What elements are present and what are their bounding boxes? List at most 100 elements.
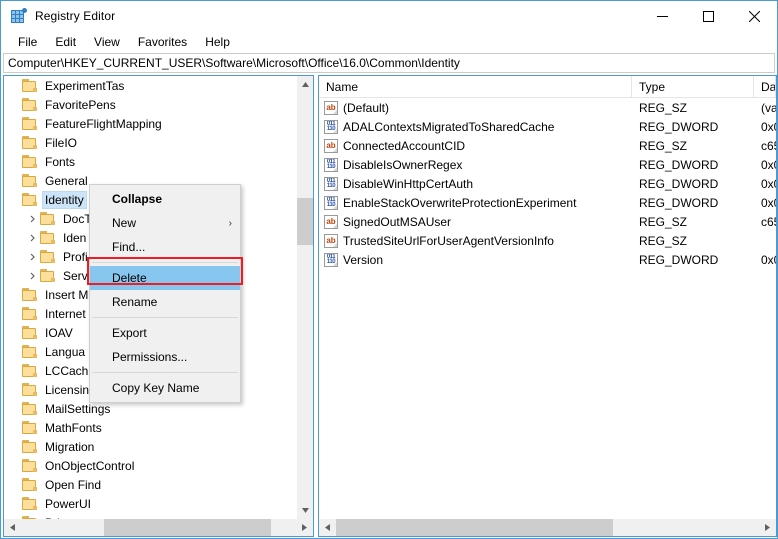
menu-file[interactable]: File xyxy=(9,33,46,51)
value-data: 0x00 xyxy=(754,253,776,267)
value-name: SignedOutMSAUser xyxy=(343,215,451,229)
value-type: REG_SZ xyxy=(632,101,754,115)
value-name-cell: abTrustedSiteUrlForUserAgentVersionInfo xyxy=(319,234,632,248)
tree-scroll-left-button[interactable] xyxy=(4,519,21,536)
value-row[interactable]: ab(Default)REG_SZ(val xyxy=(319,98,776,117)
tree-scroll-up-button[interactable] xyxy=(297,76,314,93)
tree-item-label: Servi xyxy=(61,268,92,284)
value-row[interactable]: 011110DisableWinHttpCertAuthREG_DWORD0x0… xyxy=(319,174,776,193)
context-menu-item-permissions[interactable]: Permissions... xyxy=(90,345,240,369)
folder-icon xyxy=(22,174,38,188)
chevron-right-icon[interactable] xyxy=(26,250,39,263)
context-menu-separator xyxy=(92,372,238,373)
value-row[interactable]: abConnectedAccountCIDREG_SZc65 xyxy=(319,136,776,155)
value-row[interactable]: abTrustedSiteUrlForUserAgentVersionInfoR… xyxy=(319,231,776,250)
tree-item-label: Langua xyxy=(43,344,87,360)
value-row[interactable]: abSignedOutMSAUserREG_SZc65 xyxy=(319,212,776,231)
tree-item-mathfonts[interactable]: MathFonts xyxy=(4,418,296,437)
context-menu-item-find[interactable]: Find... xyxy=(90,235,240,259)
context-menu-item-label: Collapse xyxy=(112,192,162,206)
tree-item-label: Migration xyxy=(43,439,96,455)
value-row[interactable]: 011110VersionREG_DWORD0x00 xyxy=(319,250,776,269)
tree-item-featureflightmapping[interactable]: FeatureFlightMapping xyxy=(4,114,296,133)
chevron-right-icon[interactable] xyxy=(26,212,39,225)
context-menu-item-copy-key-name[interactable]: Copy Key Name xyxy=(90,376,240,400)
context-menu-item-collapse[interactable]: Collapse xyxy=(90,187,240,211)
string-value-icon: ab xyxy=(324,234,338,248)
tree-item-migration[interactable]: Migration xyxy=(4,437,296,456)
tree-vertical-scroll-thumb[interactable] xyxy=(297,198,314,245)
value-name-cell: 011110 EnableStackOverwriteProtectionExpe… xyxy=(319,196,632,210)
dword-value-icon: 011110 xyxy=(324,196,338,210)
value-data: 0x00 xyxy=(754,177,776,191)
list-scroll-right-button[interactable] xyxy=(759,519,776,536)
tree-item-label: PowerUI xyxy=(43,496,93,512)
menu-favorites[interactable]: Favorites xyxy=(129,33,196,51)
value-data: 0x00 xyxy=(754,158,776,172)
folder-icon xyxy=(22,478,38,492)
tree-item-label: Internet xyxy=(43,306,88,322)
context-menu-item-label: Find... xyxy=(112,240,145,254)
value-name: EnableStackOverwriteProtectionExperiment xyxy=(343,196,576,210)
tree-item-experimenttas[interactable]: ExperimentTas xyxy=(4,76,296,95)
close-button[interactable] xyxy=(731,1,777,31)
tree-item-powerui[interactable]: PowerUI xyxy=(4,494,296,513)
value-data: 0x00 xyxy=(754,120,776,134)
value-type: REG_DWORD xyxy=(632,120,754,134)
tree-scroll-down-button[interactable] xyxy=(297,502,314,519)
list-horizontal-scrollbar[interactable] xyxy=(319,519,776,536)
tree-item-favoritepens[interactable]: FavoritePens xyxy=(4,95,296,114)
list-horizontal-scroll-thumb[interactable] xyxy=(336,519,613,536)
tree-scroll-right-button[interactable] xyxy=(296,519,313,536)
dword-value-icon: 011110 xyxy=(324,158,338,172)
value-type: REG_SZ xyxy=(632,139,754,153)
tree-item-label: MathFonts xyxy=(43,420,104,436)
tree-horizontal-scrollbar[interactable] xyxy=(4,519,313,536)
maximize-button[interactable] xyxy=(685,1,731,31)
tree-item-label: IOAV xyxy=(43,325,75,341)
chevron-right-icon[interactable] xyxy=(26,231,39,244)
string-value-icon: ab xyxy=(324,139,338,153)
tree-item-open-find[interactable]: Open Find xyxy=(4,475,296,494)
tree-item-label: Licensin xyxy=(43,382,91,398)
folder-icon xyxy=(22,402,38,416)
minimize-button[interactable] xyxy=(639,1,685,31)
menu-help[interactable]: Help xyxy=(196,33,239,51)
folder-icon xyxy=(40,250,56,264)
tree-item-label: Iden xyxy=(61,230,88,246)
value-name: DisableIsOwnerRegex xyxy=(343,158,462,172)
value-name-cell: 011110 DisableIsOwnerRegex xyxy=(319,158,632,172)
context-menu-item-rename[interactable]: Rename xyxy=(90,290,240,314)
tree-vertical-scrollbar[interactable] xyxy=(296,76,313,519)
value-type: REG_DWORD xyxy=(632,196,754,210)
value-row[interactable]: 011110 EnableStackOverwriteProtectionExpe… xyxy=(319,193,776,212)
list-column-headers: Name Type Data xyxy=(319,76,776,98)
folder-icon xyxy=(22,288,38,302)
tree-item-fileio[interactable]: FileIO xyxy=(4,133,296,152)
menu-view[interactable]: View xyxy=(85,33,129,51)
column-header-data[interactable]: Data xyxy=(754,76,776,97)
chevron-right-icon[interactable] xyxy=(26,269,39,282)
value-row[interactable]: 011110DisableIsOwnerRegexREG_DWORD0x00 xyxy=(319,155,776,174)
value-name-cell: 011110DisableWinHttpCertAuth xyxy=(319,177,632,191)
menu-edit[interactable]: Edit xyxy=(46,33,85,51)
context-menu-item-new[interactable]: New› xyxy=(90,211,240,235)
tree-context-menu: Collapse New› Find... DeleteRename ExportPer… xyxy=(89,184,241,403)
context-menu-item-delete[interactable]: Delete xyxy=(90,266,240,290)
column-header-name[interactable]: Name xyxy=(319,76,632,97)
dword-value-icon: 011110 xyxy=(324,253,338,267)
tree-item-label: FavoritePens xyxy=(43,97,118,113)
value-data: c65 xyxy=(754,215,776,229)
registry-editor-icon xyxy=(11,8,27,24)
tree-item-fonts[interactable]: Fonts xyxy=(4,152,296,171)
folder-icon xyxy=(40,269,56,283)
list-scroll-left-button[interactable] xyxy=(319,519,336,536)
folder-icon xyxy=(22,364,38,378)
value-row[interactable]: 011110ADALContextsMigratedToSharedCacheR… xyxy=(319,117,776,136)
tree-item-onobjectcontrol[interactable]: OnObjectControl xyxy=(4,456,296,475)
registry-path-input[interactable]: Computer\HKEY_CURRENT_USER\Software\Micr… xyxy=(3,53,775,73)
column-header-type[interactable]: Type xyxy=(632,76,754,97)
window-controls xyxy=(639,1,777,31)
context-menu-item-export[interactable]: Export xyxy=(90,321,240,345)
tree-horizontal-scroll-thumb[interactable] xyxy=(104,519,271,536)
